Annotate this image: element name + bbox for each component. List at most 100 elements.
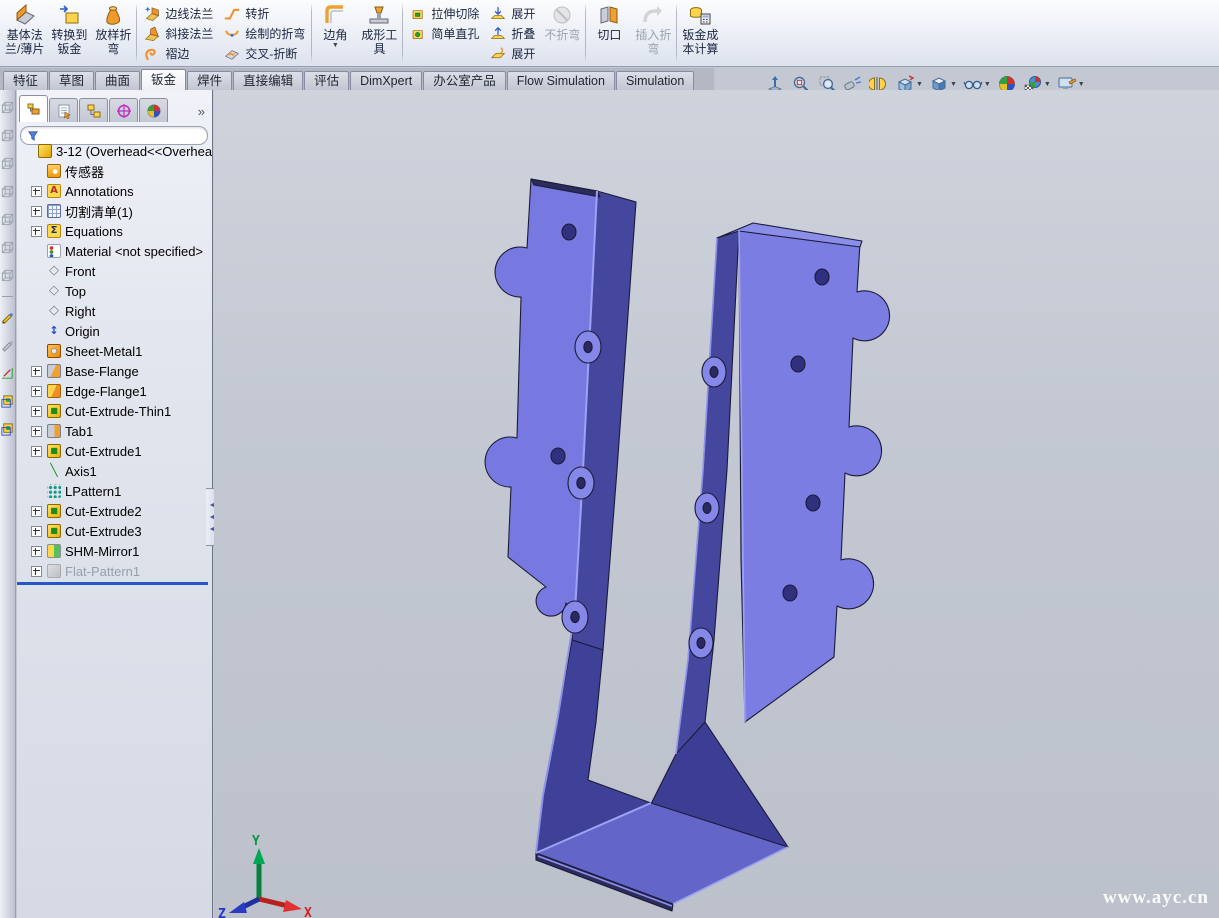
dropdown-arrow-icon: ▼ bbox=[1044, 81, 1051, 88]
tree-item-cut-extrude-thin1[interactable]: Cut-Extrude-Thin1 bbox=[17, 401, 212, 421]
tab-direct-editing[interactable]: 直接编辑 bbox=[233, 71, 303, 90]
rip-button[interactable]: 切口 bbox=[587, 0, 631, 66]
view-right-icon[interactable] bbox=[0, 184, 15, 199]
command-manager: 基体法 兰/薄片 转换到 钣金 放样折 弯 边线法兰 斜接法兰 褶边 转折 绘制… bbox=[0, 0, 1219, 67]
tab-sketch[interactable]: 草图 bbox=[49, 71, 94, 90]
equations-icon bbox=[47, 224, 61, 238]
forming-tool-button[interactable]: 成形工 具 bbox=[357, 0, 401, 66]
view-front-icon[interactable] bbox=[0, 100, 15, 115]
view-isometric-icon[interactable] bbox=[0, 268, 15, 283]
displaymanager-tab[interactable] bbox=[139, 98, 168, 122]
tree-item-base-flange[interactable]: Base-Flange bbox=[17, 361, 212, 381]
tree-item-cut-extrude3[interactable]: Cut-Extrude3 bbox=[17, 521, 212, 541]
hem-icon bbox=[143, 45, 161, 62]
tree-item-cut-extrude1[interactable]: Cut-Extrude1 bbox=[17, 441, 212, 461]
edit-sketch-icon[interactable] bbox=[0, 338, 15, 353]
plane-icon bbox=[47, 304, 61, 318]
insert-bends-button: 插入折 弯 bbox=[631, 0, 675, 66]
expand-icon[interactable] bbox=[31, 386, 42, 397]
view-bottom-icon[interactable] bbox=[0, 240, 15, 255]
tree-item-sheet-metal1[interactable]: Sheet-Metal1 bbox=[17, 341, 212, 361]
tab-sheet-metal[interactable]: 钣金 bbox=[141, 69, 186, 90]
base-flange-icon bbox=[47, 364, 61, 378]
tree-item-material[interactable]: Material <not specified> bbox=[17, 241, 212, 261]
tab-evaluate[interactable]: 评估 bbox=[304, 71, 349, 90]
configurationmanager-tab[interactable] bbox=[79, 98, 108, 122]
tree-item-cut-list[interactable]: 切割清单(1) bbox=[17, 201, 212, 221]
expand-icon[interactable] bbox=[31, 426, 42, 437]
expand-icon[interactable] bbox=[31, 446, 42, 457]
edge-flange-button[interactable]: 边线法兰 bbox=[140, 3, 216, 23]
expand-icon[interactable] bbox=[31, 186, 42, 197]
tree-item-flat-pattern1[interactable]: Flat-Pattern1 bbox=[17, 561, 212, 581]
model-joist-hanger[interactable] bbox=[485, 179, 889, 911]
featuremanager-tree-tab[interactable] bbox=[19, 95, 48, 122]
tree-item-axis1[interactable]: Axis1 bbox=[17, 461, 212, 481]
unfold-button[interactable]: 展开 bbox=[486, 3, 538, 23]
simple-hole-button[interactable]: 简单直孔 bbox=[406, 23, 482, 43]
view-left-icon[interactable] bbox=[0, 156, 15, 171]
tab-weldments[interactable]: 焊件 bbox=[187, 71, 232, 90]
dropdown-arrow-icon: ▼ bbox=[916, 81, 923, 88]
expand-icon[interactable] bbox=[31, 406, 42, 417]
sheet-metal-icon bbox=[47, 344, 61, 358]
flatten-button[interactable]: 展开 bbox=[486, 43, 538, 63]
extrude-cut-icon[interactable] bbox=[0, 422, 15, 437]
panel-overflow-button[interactable]: » bbox=[193, 104, 210, 122]
tree-item-origin[interactable]: Origin bbox=[17, 321, 212, 341]
mirror-icon bbox=[47, 544, 61, 558]
tab-office-products[interactable]: 办公室产品 bbox=[423, 71, 506, 90]
sketched-bend-button[interactable]: 绘制的折弯 bbox=[220, 23, 308, 43]
expand-icon[interactable] bbox=[31, 506, 42, 517]
dimxpertmanager-tab[interactable] bbox=[109, 98, 138, 122]
miter-flange-button[interactable]: 斜接法兰 bbox=[140, 23, 216, 43]
tree-item-front-plane[interactable]: Front bbox=[17, 261, 212, 281]
jog-button[interactable]: 转折 bbox=[220, 3, 308, 23]
sheet-metal-costing-button[interactable]: 钣金成 本计算 bbox=[678, 0, 722, 66]
base-flange-button[interactable]: 基体法 兰/薄片 bbox=[2, 0, 47, 66]
fold-button[interactable]: 折叠 bbox=[486, 23, 538, 43]
graphics-area[interactable]: Y X Z www.ayc.cn bbox=[214, 90, 1219, 918]
part-icon bbox=[38, 144, 52, 158]
tree-item-equations[interactable]: Equations bbox=[17, 221, 212, 241]
tree-item-shm-mirror1[interactable]: SHM-Mirror1 bbox=[17, 541, 212, 561]
model-scene: Y X Z bbox=[214, 90, 1219, 918]
tree-root-part[interactable]: 3-12 (Overhead<<Overhead bbox=[17, 141, 212, 161]
configurationmanager-icon bbox=[86, 103, 102, 119]
cut-extrude-icon bbox=[47, 404, 61, 418]
tree-item-lpattern1[interactable]: LPattern1 bbox=[17, 481, 212, 501]
view-top-icon[interactable] bbox=[0, 212, 15, 227]
dropdown-arrow-icon: ▼ bbox=[950, 81, 957, 88]
extrude-boss-icon[interactable] bbox=[0, 394, 15, 409]
rollback-bar[interactable] bbox=[17, 582, 208, 585]
expand-icon[interactable] bbox=[31, 526, 42, 537]
lofted-bend-button[interactable]: 放样折 弯 bbox=[91, 0, 135, 66]
tab-flow-simulation[interactable]: Flow Simulation bbox=[507, 71, 615, 90]
expand-icon[interactable] bbox=[31, 566, 42, 577]
sketch-icon[interactable] bbox=[0, 310, 15, 325]
corners-button[interactable]: 边角 ▼ bbox=[313, 0, 357, 66]
expand-icon[interactable] bbox=[31, 546, 42, 557]
tree-item-cut-extrude2[interactable]: Cut-Extrude2 bbox=[17, 501, 212, 521]
tree-item-sensors[interactable]: 传感器 bbox=[17, 161, 212, 181]
hem-button[interactable]: 褶边 bbox=[140, 43, 216, 63]
tab-surfaces[interactable]: 曲面 bbox=[95, 71, 140, 90]
tab-dimxpert[interactable]: DimXpert bbox=[350, 71, 422, 90]
expand-icon[interactable] bbox=[31, 366, 42, 377]
dropdown-arrow-icon: ▼ bbox=[1078, 81, 1085, 88]
expand-icon[interactable] bbox=[31, 226, 42, 237]
tab-simulation[interactable]: Simulation bbox=[616, 71, 694, 90]
convert-to-sheet-metal-button[interactable]: 转换到 钣金 bbox=[47, 0, 91, 66]
tree-item-top-plane[interactable]: Top bbox=[17, 281, 212, 301]
cross-break-button[interactable]: 交叉-折断 bbox=[220, 43, 308, 63]
expand-icon[interactable] bbox=[31, 206, 42, 217]
propertymanager-tab[interactable] bbox=[49, 98, 78, 122]
smart-dimension-icon[interactable] bbox=[0, 366, 15, 381]
view-back-icon[interactable] bbox=[0, 128, 15, 143]
tree-item-annotations[interactable]: Annotations bbox=[17, 181, 212, 201]
tree-item-right-plane[interactable]: Right bbox=[17, 301, 212, 321]
extruded-cut-button[interactable]: 拉伸切除 bbox=[406, 3, 482, 23]
tab-features[interactable]: 特征 bbox=[3, 71, 48, 90]
tree-item-tab1[interactable]: Tab1 bbox=[17, 421, 212, 441]
tree-item-edge-flange1[interactable]: Edge-Flange1 bbox=[17, 381, 212, 401]
